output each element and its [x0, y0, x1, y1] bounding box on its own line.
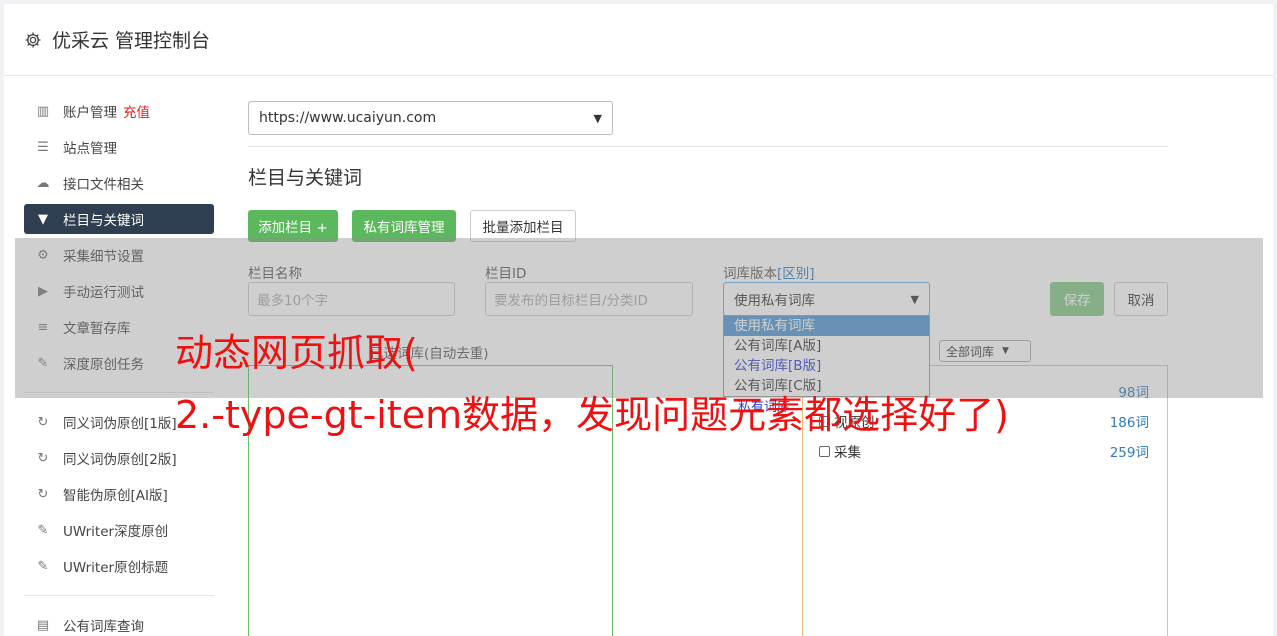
sidebar-item-public-lib[interactable]: ▤ 公有词库查询: [24, 610, 214, 636]
sidebar-item-columns[interactable]: ▼ 栏目与关键词: [24, 204, 214, 234]
chevron-down-icon: ▼: [593, 111, 602, 125]
refresh-icon: ↻: [37, 414, 49, 430]
sidebar-item-synonym-v2[interactable]: ↻ 同义词伪原创[2版]: [24, 443, 214, 473]
lib-name: 采集: [834, 445, 861, 461]
sidebar-item-uwriter-deep[interactable]: ✎ UWriter深度原创: [24, 515, 214, 545]
lib-count: 186词: [1109, 415, 1149, 431]
sidebar-item-label: 同义词伪原创[1版]: [63, 416, 177, 432]
server-icon: ☰: [37, 139, 49, 155]
sidebar-item-label: 公有词库查询: [63, 619, 144, 635]
divider: [248, 146, 1168, 147]
sidebar-item-label: 同义词伪原创[2版]: [63, 452, 177, 468]
caption-line-1: 动态网页抓取(: [175, 331, 418, 375]
sidebar-item-label: 栏目与关键词: [63, 213, 144, 229]
app-root: 优采云 管理控制台 ▥ 账户管理 充值 ☰ 站点管理 ☁ 接口文件相关 ▼ 栏目…: [0, 0, 1277, 636]
edit-icon: ✎: [37, 558, 49, 574]
sidebar-item-ai-rewrite[interactable]: ↻ 智能伪原创[AI版]: [24, 479, 214, 509]
filter-icon: ▼: [38, 211, 48, 227]
checkbox[interactable]: [819, 445, 830, 457]
refresh-icon: ↻: [37, 450, 49, 466]
app-title: 优采云 管理控制台: [52, 30, 211, 52]
sidebar-item-label: 站点管理: [63, 141, 117, 157]
sidebar-divider: [24, 595, 214, 596]
recharge-link[interactable]: 充值: [123, 101, 150, 121]
refresh-icon: ↻: [37, 486, 49, 502]
sidebar-item-interface[interactable]: ☁ 接口文件相关: [24, 168, 214, 198]
sidebar-item-label: UWriter深度原创: [63, 524, 169, 540]
bar-chart-icon: ▥: [36, 103, 50, 119]
sidebar-item-label: 智能伪原创[AI版]: [63, 488, 168, 504]
brand: 优采云 管理控制台: [24, 26, 210, 53]
site-select[interactable]: https://www.ucaiyun.com ▼: [248, 101, 613, 135]
section-title: 栏目与关键词: [248, 167, 363, 189]
sidebar-item-sites[interactable]: ☰ 站点管理: [24, 132, 214, 162]
sidebar-item-account[interactable]: ▥ 账户管理 充值: [24, 96, 214, 126]
gear-icon: [25, 32, 41, 47]
sidebar-item-label: 接口文件相关: [63, 177, 144, 193]
list-item[interactable]: 采集 259词: [819, 440, 1149, 462]
caption-line-2: 2.-type-gt-item数据，发现问题元素都选择好了): [175, 393, 1009, 437]
book-icon: ▤: [36, 617, 50, 633]
sidebar-item-label: 账户管理: [63, 105, 117, 121]
edit-icon: ✎: [37, 522, 49, 538]
lib-entry: 采集: [819, 441, 861, 461]
lib-count: 259词: [1109, 445, 1149, 461]
sidebar-item-uwriter-title[interactable]: ✎ UWriter原创标题: [24, 551, 214, 581]
top-bar: 优采云 管理控制台: [4, 4, 1273, 76]
site-select-value: https://www.ucaiyun.com: [259, 110, 437, 126]
cloud-upload-icon: ☁: [36, 175, 50, 191]
sidebar-item-label: UWriter原创标题: [63, 560, 169, 576]
